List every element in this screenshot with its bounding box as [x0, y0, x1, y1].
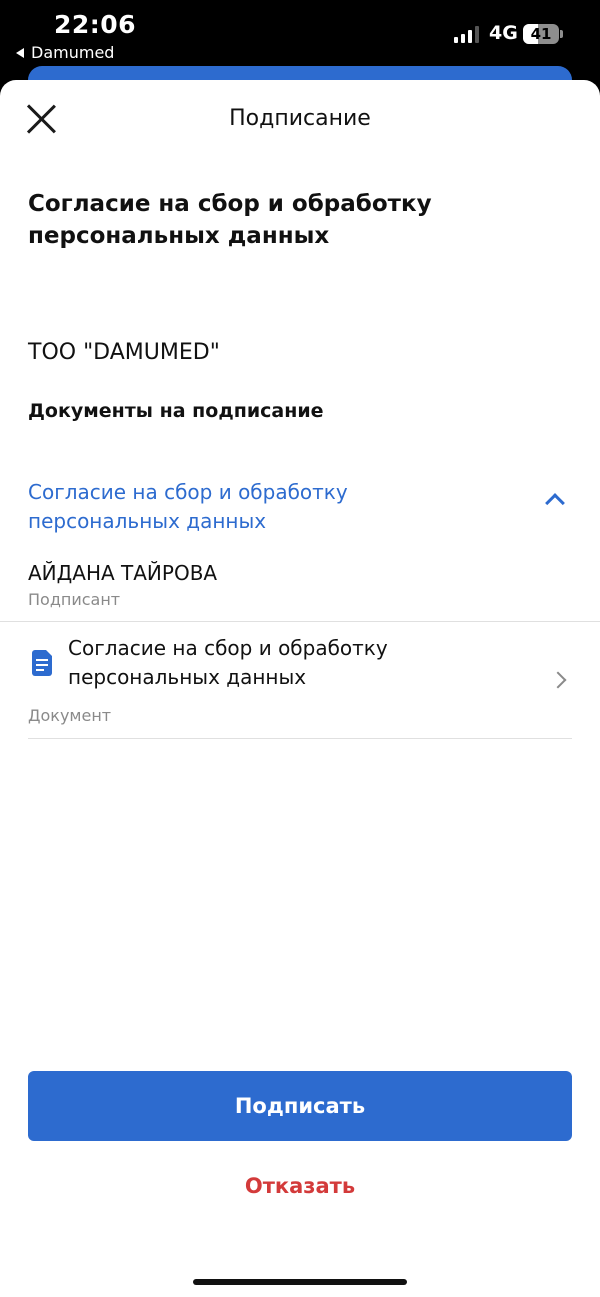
sign-button[interactable]: Подписать	[28, 1071, 572, 1141]
back-triangle-icon	[16, 47, 24, 58]
decline-button[interactable]: Отказать	[0, 1174, 600, 1198]
battery-percent: 41	[530, 25, 552, 43]
chevron-right-icon	[549, 671, 567, 689]
chevron-up-icon	[545, 493, 565, 513]
network-type: 4G	[489, 22, 518, 44]
back-to-app-link[interactable]: Damumed	[16, 43, 114, 62]
document-type: Документ	[28, 706, 112, 725]
battery-icon: 41	[523, 24, 559, 44]
document-accordion-header[interactable]: Согласие на сбор и обработку персональны…	[28, 478, 572, 538]
status-bar: 22:06 Damumed 4G 41	[0, 0, 600, 106]
signal-strength-icon	[454, 25, 479, 43]
status-time: 22:06	[54, 10, 137, 39]
signer-name: АЙДАНА ТАЙРОВА	[28, 561, 218, 585]
document-icon	[32, 650, 52, 676]
documents-section-label: Документы на подписание	[28, 400, 324, 422]
divider	[28, 738, 572, 739]
signer-role: Подписант	[28, 590, 121, 609]
organization-name: ТОО "DAMUMED"	[28, 340, 220, 365]
document-name: Согласие на сбор и обработку персональны…	[68, 636, 388, 689]
accordion-title: Согласие на сбор и обработку персональны…	[28, 480, 348, 533]
signing-sheet: Подписание Согласие на сбор и обработку …	[0, 80, 600, 1297]
home-indicator	[193, 1279, 407, 1285]
document-list-item[interactable]: Согласие на сбор и обработку персональны…	[28, 630, 572, 738]
document-heading: Согласие на сбор и обработку персональны…	[28, 191, 432, 249]
sheet-title: Подписание	[229, 106, 371, 131]
back-app-label: Damumed	[31, 43, 115, 62]
divider	[0, 621, 600, 622]
